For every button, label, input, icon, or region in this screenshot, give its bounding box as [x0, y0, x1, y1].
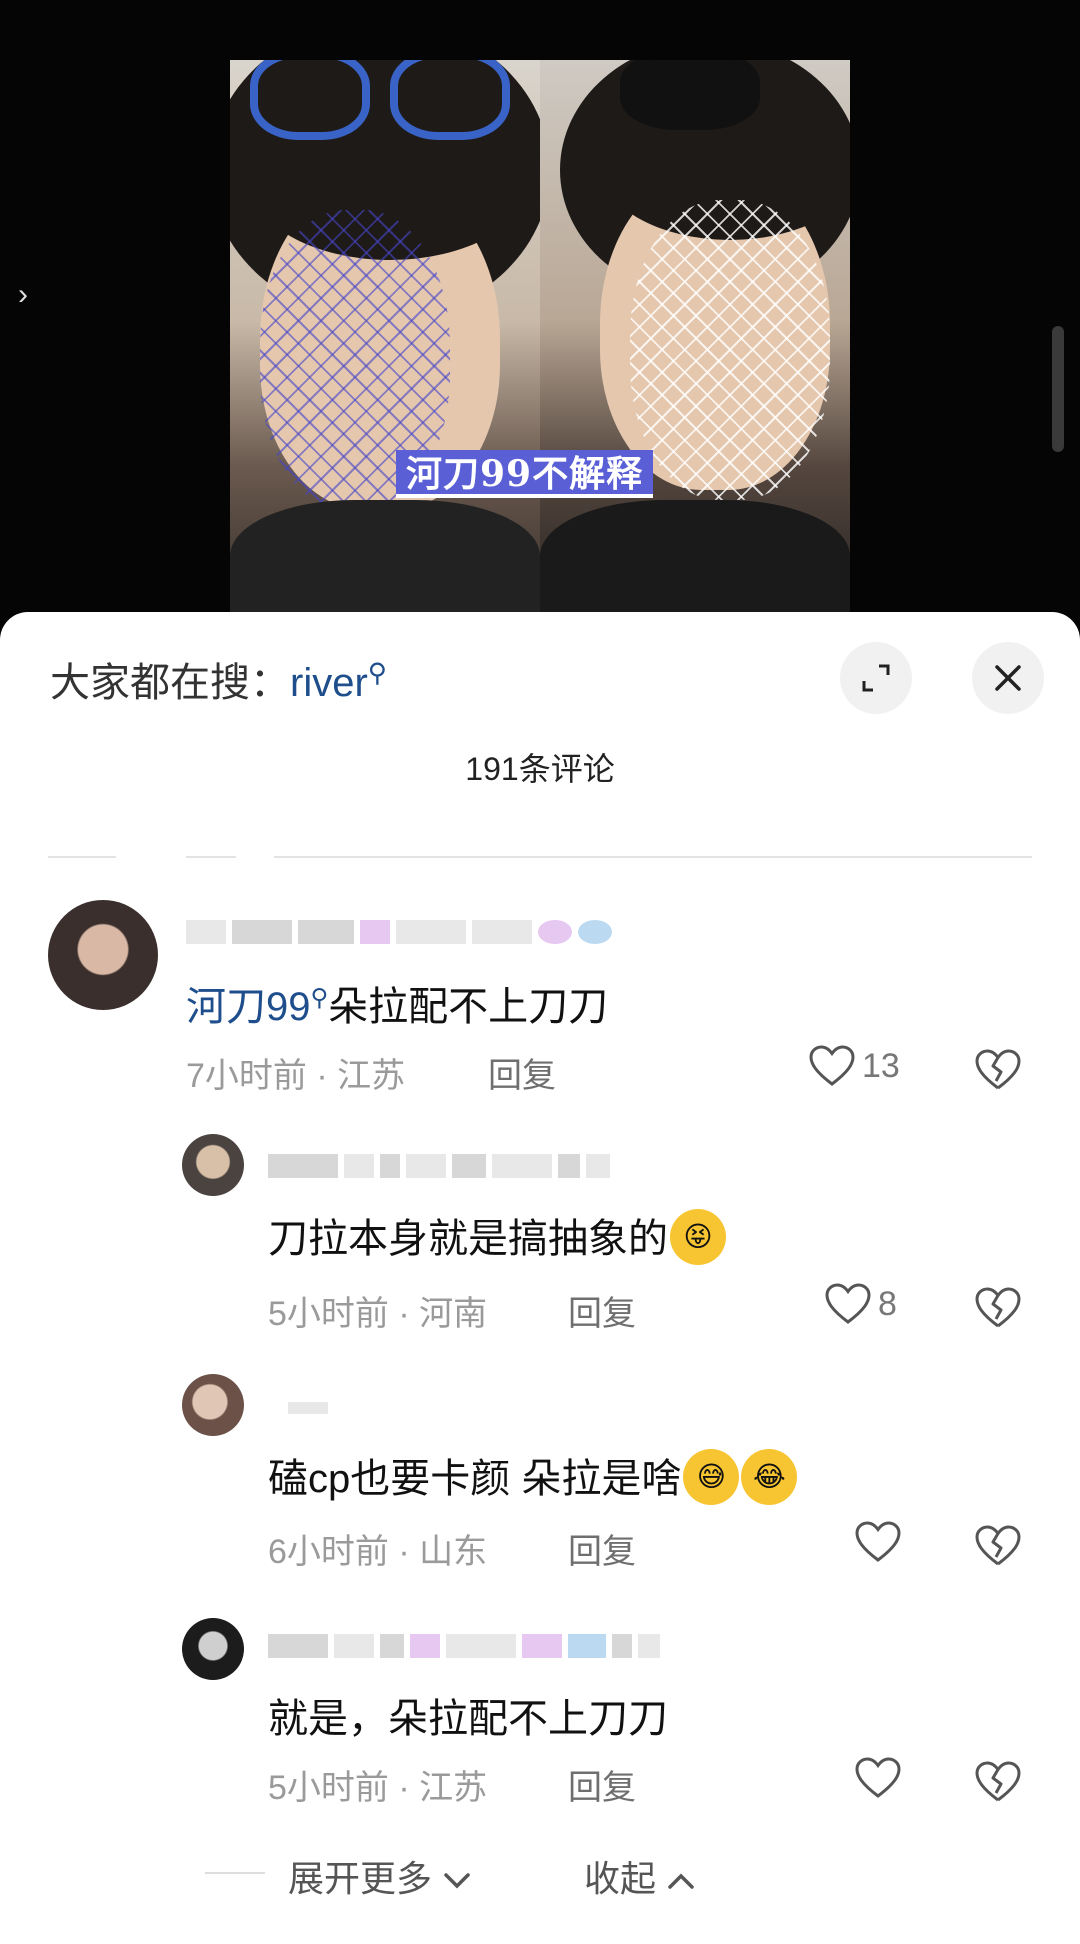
emoji-icon: 😂 [741, 1449, 798, 1506]
username-blurred[interactable] [268, 1632, 660, 1660]
username-blurred[interactable] [268, 1152, 610, 1180]
video-frame-right [540, 60, 850, 640]
comment-text: 河刀99⚲朵拉配不上刀刀 [186, 984, 609, 1029]
comment-meta: 5小时前 · 河南 [268, 1295, 488, 1333]
comment-text: 刀拉本身就是搞抽象的 😝 [268, 1206, 726, 1269]
emoji-icon: 😝 [670, 1209, 726, 1266]
trending-search-keyword[interactable]: river [290, 661, 368, 705]
video-player[interactable]: › 河刀99不解释 [0, 0, 1080, 640]
like-button[interactable]: 8 [824, 1282, 897, 1326]
username-blurred[interactable] [288, 1394, 328, 1422]
chevron-right-icon[interactable]: › [18, 278, 28, 312]
divider [274, 856, 1032, 858]
trending-search[interactable]: 大家都在搜：river⚲ [50, 650, 387, 708]
video-frame-left [230, 60, 540, 640]
broken-heart-icon[interactable] [974, 1524, 1022, 1568]
comment-count: 191条评论 [465, 751, 615, 787]
emoji-icon: 😅 [683, 1449, 740, 1506]
mention-link[interactable]: 河刀99 [186, 985, 311, 1029]
chevron-down-icon [444, 1873, 470, 1889]
comment-sheet: 大家都在搜：river⚲ 191条评论 河刀99⚲朵拉配不上刀刀 7小时前 · … [0, 612, 1080, 1944]
reply-button[interactable]: 回复 [568, 1760, 636, 1809]
video-thumbnail [230, 60, 850, 640]
username-blurred[interactable] [186, 918, 612, 946]
search-icon: ⚲ [367, 657, 387, 688]
reply-button[interactable]: 回复 [568, 1286, 636, 1335]
heart-icon [825, 1283, 871, 1324]
divider [205, 1872, 265, 1874]
reply-button[interactable]: 回复 [488, 1048, 556, 1097]
avatar[interactable] [182, 1374, 244, 1436]
video-caption: 河刀99不解释 [396, 450, 654, 498]
heart-icon [855, 1521, 901, 1562]
broken-heart-icon[interactable] [974, 1286, 1022, 1330]
expand-more-button[interactable]: 展开更多 [288, 1850, 472, 1902]
trending-search-prefix: 大家都在搜： [50, 661, 290, 705]
search-icon: ⚲ [310, 984, 329, 1012]
avatar[interactable] [182, 1618, 244, 1680]
heart-icon [855, 1757, 901, 1798]
like-button[interactable] [854, 1756, 908, 1800]
avatar[interactable] [182, 1134, 244, 1196]
like-button[interactable]: 13 [808, 1044, 900, 1088]
comment-meta: 7小时前 · 江苏 [186, 1057, 406, 1095]
broken-heart-icon[interactable] [974, 1760, 1022, 1804]
comment-meta: 5小时前 · 江苏 [268, 1769, 488, 1807]
avatar[interactable] [48, 900, 158, 1010]
comment-text: 磕cp也要卡颜 朵拉是啥 😅 😂 [268, 1446, 798, 1509]
comment-meta: 6小时前 · 山东 [268, 1533, 488, 1571]
like-count: 8 [878, 1284, 897, 1323]
close-icon [995, 665, 1021, 691]
like-button[interactable] [854, 1520, 908, 1564]
expand-icon [862, 664, 890, 692]
collapse-button[interactable]: 收起 [584, 1850, 696, 1902]
like-count: 13 [862, 1046, 900, 1085]
heart-icon [809, 1045, 855, 1086]
expand-button[interactable] [840, 642, 912, 714]
reply-button[interactable]: 回复 [568, 1524, 636, 1573]
broken-heart-icon[interactable] [974, 1048, 1022, 1092]
divider [48, 856, 116, 858]
scrollbar-thumb[interactable] [1052, 326, 1064, 452]
close-button[interactable] [972, 642, 1044, 714]
chevron-up-icon [668, 1874, 694, 1890]
comment-text: 就是，朵拉配不上刀刀 [268, 1697, 668, 1741]
divider [186, 856, 236, 858]
